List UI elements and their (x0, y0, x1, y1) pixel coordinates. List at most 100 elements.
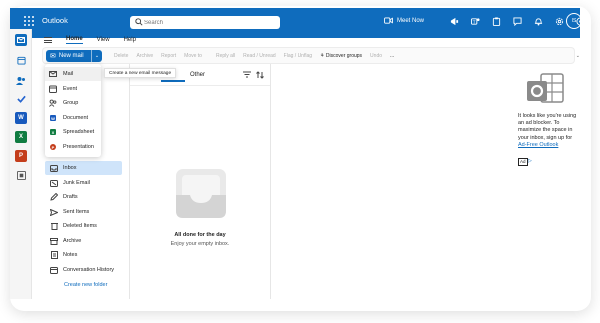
new-mail-label: New mail (58, 52, 84, 59)
word-icon: W (50, 115, 56, 121)
archive-button[interactable]: Archive (136, 53, 153, 59)
meet-now-icon (384, 17, 393, 24)
new-mail-dropdown-icon[interactable]: ⌄ (91, 49, 102, 62)
empty-state-subtitle: Enjoy your empty inbox. (170, 241, 230, 247)
menu-item-label: Mail (63, 71, 74, 77)
folder-label: Conversation History (63, 267, 115, 273)
drafts-icon (50, 193, 58, 201)
folder-conversation-history[interactable]: Conversation History (45, 263, 122, 277)
search-box[interactable] (130, 16, 280, 29)
ad-badge: Ad (518, 158, 528, 166)
new-mail-button[interactable]: ✉ New mail ⌄ (46, 49, 102, 62)
search-input[interactable] (144, 17, 274, 28)
menu-item-label: Document (63, 115, 89, 121)
folder-label: Sent Items (63, 209, 90, 215)
waffle-icon[interactable] (24, 16, 34, 26)
folder-label: Archive (63, 238, 82, 244)
menu-item-spreadsheet[interactable]: X Spreadsheet (45, 125, 101, 139)
ribbon-toolbar: ✉ New mail ⌄ Delete Archive Report Move … (42, 47, 580, 64)
menu-item-label: Group (63, 100, 79, 106)
meet-now-button[interactable]: Meet Now (384, 17, 424, 24)
menu-item-label: Presentation (63, 144, 94, 150)
junk-icon (50, 179, 58, 187)
calendar-icon[interactable] (15, 54, 27, 66)
menu-item-presentation[interactable]: P Presentation (45, 140, 101, 154)
settings-icon[interactable] (554, 16, 565, 27)
empty-state-title: All done for the day (174, 232, 226, 238)
tab-home[interactable]: Home (66, 36, 83, 44)
folder-deleted-items[interactable]: Deleted Items (45, 219, 122, 233)
hamburger-icon[interactable] (44, 36, 52, 45)
tab-help[interactable]: Help (124, 37, 136, 43)
sort-icon[interactable] (256, 71, 264, 81)
folder-label: Deleted Items (63, 223, 97, 229)
todo-icon[interactable] (15, 93, 27, 105)
ribbon-collapse-icon[interactable]: ⌄ (576, 53, 580, 59)
app-rail: W X P (10, 29, 32, 299)
outlook-logo-icon (525, 72, 565, 107)
powerpoint-icon[interactable]: P (15, 150, 27, 162)
ad-blocker-message: It looks like you're using an ad blocker… (518, 113, 578, 149)
more-options-button[interactable]: ... (390, 53, 394, 59)
excel-icon[interactable]: X (15, 131, 27, 143)
bell-icon[interactable] (533, 16, 544, 27)
folder-label: Drafts (63, 194, 78, 200)
folder-sent-items[interactable]: Sent Items (45, 205, 122, 219)
move-to-button[interactable]: Move to (184, 53, 202, 59)
menu-item-label: Event (63, 86, 78, 92)
people-icon[interactable] (15, 74, 27, 86)
delete-button[interactable]: Delete (114, 53, 128, 59)
clipboard-icon[interactable] (491, 16, 502, 27)
menu-item-group[interactable]: Group (45, 96, 101, 110)
folder-label: Inbox (63, 165, 77, 171)
mail-icon (49, 71, 57, 77)
new-item-menu: Mail Event Group W Document X Spreadshee… (45, 64, 101, 157)
menu-item-mail[interactable]: Mail (45, 67, 101, 81)
meet-now-label: Meet Now (397, 17, 425, 24)
svg-text:T: T (473, 19, 476, 24)
ad-choices-icon[interactable]: ▷ (528, 158, 532, 164)
search-icon (135, 18, 143, 26)
undo-button[interactable]: Undo (370, 53, 382, 59)
excel-icon: X (50, 129, 56, 135)
read-unread-button[interactable]: Read / Unread (243, 53, 276, 59)
ad-text: It looks like you're using an ad blocker… (518, 113, 577, 141)
menu-item-event[interactable]: Event (45, 82, 101, 96)
ad-free-outlook-link[interactable]: Ad-Free Outlook (518, 142, 578, 149)
list-divider (130, 85, 270, 86)
teams-icon[interactable]: T (470, 16, 481, 27)
filter-icon[interactable] (243, 71, 251, 80)
notes-icon (50, 251, 58, 259)
folder-label: Junk Email (63, 180, 90, 186)
reply-all-button[interactable]: Reply all (216, 53, 235, 59)
tab-other[interactable]: Other (190, 72, 205, 78)
history-icon (50, 266, 58, 274)
new-mail-tooltip: Create a new email message (104, 68, 177, 78)
empty-inbox-illustration (174, 167, 228, 220)
archive-icon (50, 237, 58, 245)
discover-groups-button[interactable]: ⚘ Discover groups (320, 53, 362, 59)
sent-icon (50, 208, 58, 216)
tab-view[interactable]: View (97, 37, 110, 43)
discover-groups-label: Discover groups (325, 52, 363, 59)
app-title[interactable]: Outlook (42, 16, 68, 25)
inbox-icon (50, 164, 58, 172)
apps-icon[interactable] (15, 169, 27, 181)
menu-item-document[interactable]: W Document (45, 111, 101, 125)
word-icon[interactable]: W (15, 112, 27, 124)
avatar[interactable]: IS (566, 13, 582, 29)
folder-drafts[interactable]: Drafts (45, 190, 122, 204)
folder-archive[interactable]: Archive (45, 234, 122, 248)
report-button[interactable]: Report (161, 53, 176, 59)
megaphone-icon[interactable] (449, 16, 460, 27)
folder-inbox[interactable]: Inbox (45, 161, 122, 175)
folder-junk-email[interactable]: Junk Email (45, 176, 122, 190)
create-new-folder-link[interactable]: Create new folder (64, 282, 107, 288)
group-icon (49, 99, 57, 107)
powerpoint-icon: P (50, 144, 56, 150)
folder-notes[interactable]: Notes (45, 248, 122, 262)
calendar-icon (49, 85, 57, 93)
flag-unflag-button[interactable]: Flag / Unflag (284, 53, 312, 59)
mail-icon[interactable] (15, 34, 27, 46)
feedback-icon[interactable] (512, 16, 523, 27)
